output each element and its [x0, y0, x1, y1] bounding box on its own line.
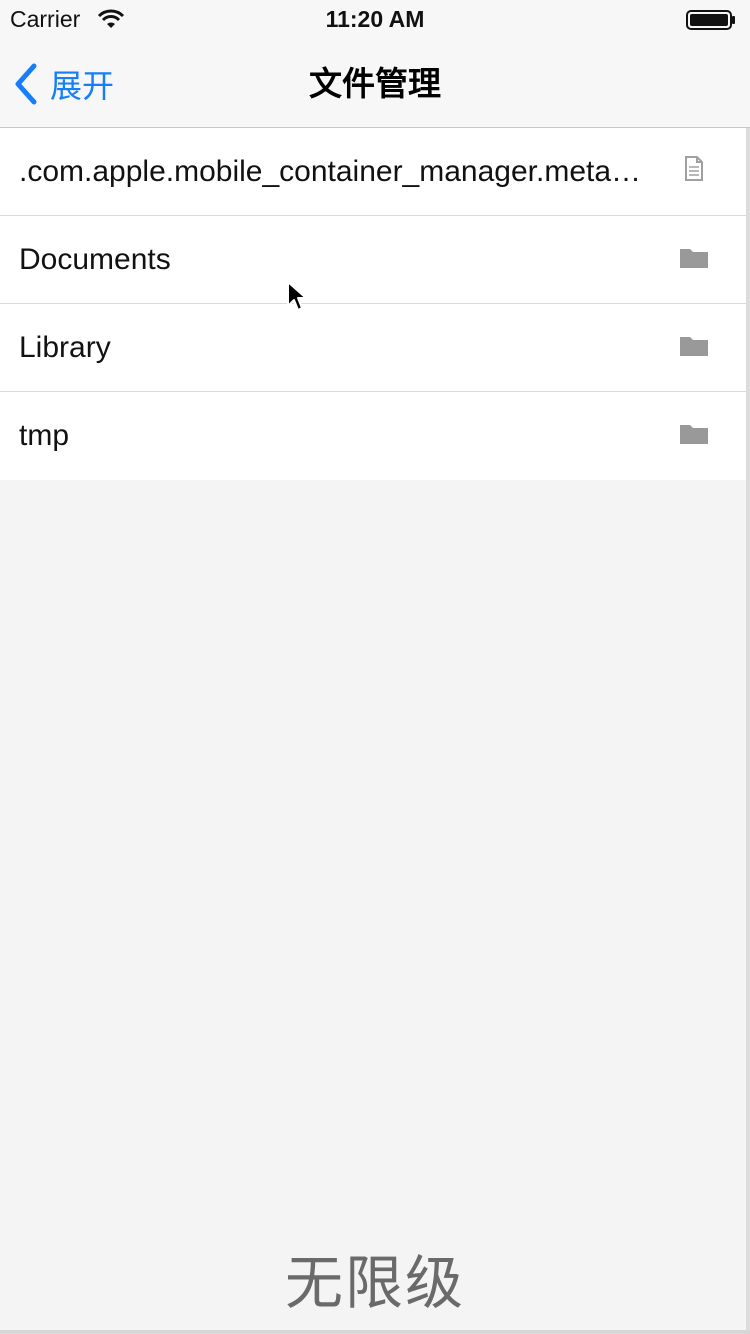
list-item-label: Documents [19, 243, 171, 276]
file-list: .com.apple.mobile_container_manager.meta… [0, 128, 746, 480]
list-item-label: tmp [19, 419, 70, 452]
status-bar: Carrier 11:20 AM [0, 0, 750, 40]
folder-icon [680, 337, 708, 356]
file-icon [685, 156, 703, 181]
list-item-documents[interactable]: Documents [0, 216, 746, 304]
list-item-label: .com.apple.mobile_container_manager.meta… [19, 155, 651, 188]
battery-icon [686, 10, 735, 30]
list-item-tmp[interactable]: tmp [0, 392, 746, 480]
list-item-metadata-plist[interactable]: .com.apple.mobile_container_manager.meta… [0, 128, 746, 216]
mouse-cursor-icon [287, 281, 307, 311]
folder-icon [680, 249, 708, 268]
page-title: 文件管理 [309, 65, 441, 102]
window-edge-bottom [0, 1330, 750, 1334]
top-bar: Carrier 11:20 AM 展开 文件管理 [0, 0, 750, 128]
list-item-library[interactable]: Library [0, 304, 746, 392]
screen: Carrier 11:20 AM 展开 文件管理 .com.apple.mobi… [0, 0, 750, 1334]
watermark-text: 无限级 [284, 1251, 465, 1316]
window-edge [746, 128, 750, 1334]
status-time: 11:20 AM [325, 6, 425, 32]
folder-icon [680, 425, 708, 444]
navigation-bar: 展开 文件管理 [0, 40, 750, 128]
list-item-label: Library [19, 331, 111, 364]
